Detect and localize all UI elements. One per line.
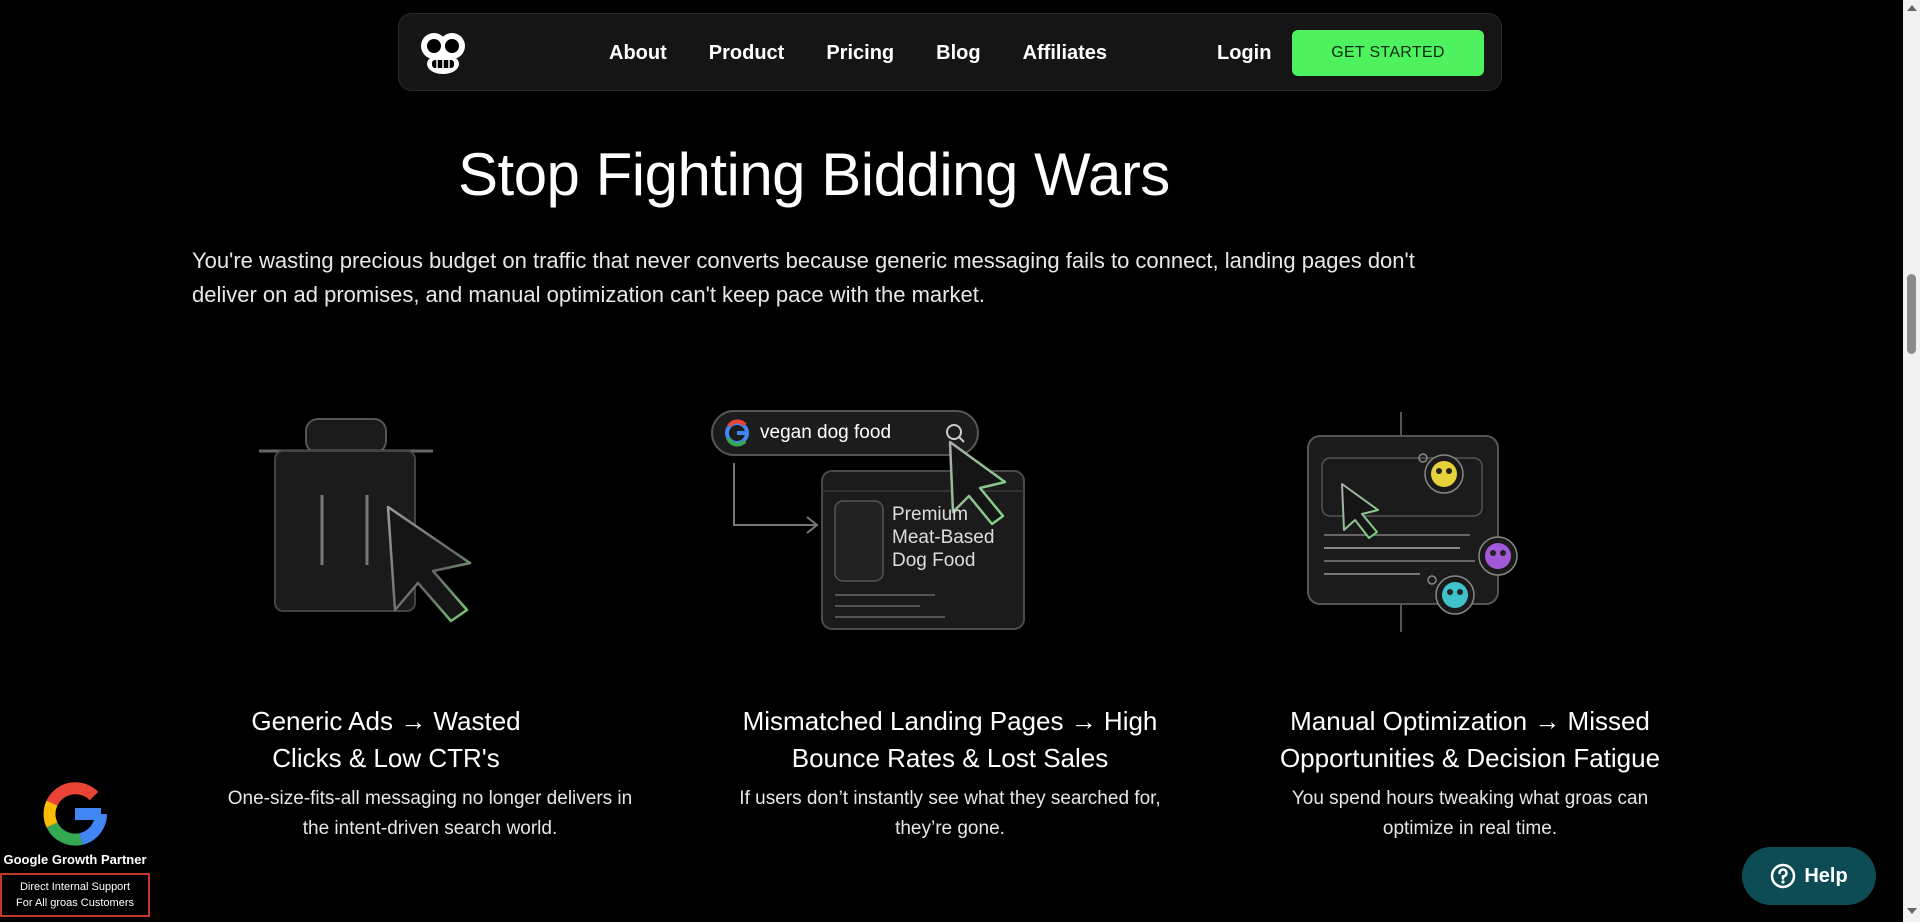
- card-title: Generic Ads → Wasted Clicks & Low CTR's: [190, 703, 670, 777]
- support-notice-line: Direct Internal Support: [19, 881, 131, 893]
- google-logo-icon: [43, 782, 107, 846]
- landing-headline-line-3: Dog Food: [892, 550, 976, 571]
- card-generic-ads: Generic Ads → Wasted Clicks & Low CTR's …: [190, 703, 670, 844]
- card-manual-optimization: Manual Optimization → Missed Opportuniti…: [1240, 703, 1700, 844]
- logo-mascot-icon[interactable]: [417, 28, 469, 76]
- optimization-dashboard-illustration: [1300, 410, 1530, 635]
- card-desc-line: optimize in real time.: [1382, 818, 1558, 839]
- card-title-line: Manual Optimization → Missed: [1290, 706, 1650, 736]
- card-desc-line: they’re gone.: [895, 818, 1005, 839]
- support-notice-box: Direct Internal Support For All groas Cu…: [0, 873, 150, 917]
- nav-links: About Product Pricing Blog Affiliates: [609, 14, 1107, 92]
- nav-link-affiliates[interactable]: Affiliates: [1023, 42, 1107, 65]
- trash-cursor-illustration: [255, 415, 485, 630]
- nav-link-pricing[interactable]: Pricing: [826, 42, 894, 65]
- nav-link-about[interactable]: About: [609, 42, 667, 65]
- card-title-line: Opportunities & Decision Fatigue: [1279, 743, 1661, 773]
- card-description: You spend hours tweaking what groas can …: [1240, 784, 1700, 844]
- google-partner-badge[interactable]: Google Growth Partner Direct Internal Su…: [0, 780, 150, 917]
- card-title: Manual Optimization → Missed Opportuniti…: [1240, 703, 1700, 777]
- scroll-down-arrow-icon[interactable]: [1907, 908, 1917, 914]
- help-button[interactable]: Help: [1742, 847, 1876, 905]
- card-title-line: Mismatched Landing Pages → High: [742, 706, 1158, 736]
- scrollbar-thumb[interactable]: [1907, 274, 1916, 354]
- card-title-line: Generic Ads → Wasted: [251, 706, 521, 736]
- card-description: One-size-fits-all messaging no longer de…: [190, 784, 670, 844]
- card-title-line: Bounce Rates & Lost Sales: [791, 743, 1109, 773]
- nav-link-blog[interactable]: Blog: [936, 42, 980, 65]
- card-desc-line: One-size-fits-all messaging no longer de…: [227, 788, 633, 809]
- card-desc-line: If users don’t instantly see what they s…: [739, 788, 1161, 809]
- support-notice-line: For All groas Customers: [16, 897, 134, 909]
- card-mismatched-landing: Mismatched Landing Pages → High Bounce R…: [700, 703, 1200, 844]
- card-description: If users don’t instantly see what they s…: [700, 784, 1200, 844]
- search-landing-illustration: vegan dog food Premium Meat-Based Dog Fo…: [710, 408, 1030, 633]
- top-navbar: About Product Pricing Blog Affiliates Lo…: [398, 13, 1502, 91]
- hero-subtitle: You're wasting precious budget on traffi…: [192, 248, 1415, 307]
- landing-headline-line-1: Premium: [892, 504, 969, 525]
- landing-headline-line-2: Meat-Based: [892, 527, 995, 548]
- page-scrollbar[interactable]: [1903, 0, 1920, 922]
- get-started-button[interactable]: GET STARTED: [1292, 30, 1484, 76]
- question-circle-icon: [1771, 863, 1796, 889]
- scroll-up-arrow-icon[interactable]: [1907, 5, 1917, 11]
- search-query-text: vegan dog food: [760, 422, 892, 443]
- login-link[interactable]: Login: [1217, 14, 1271, 92]
- card-title: Mismatched Landing Pages → High Bounce R…: [700, 703, 1200, 777]
- help-label: Help: [1804, 864, 1848, 887]
- card-desc-line: the intent-driven search world.: [302, 818, 558, 839]
- nav-link-product[interactable]: Product: [709, 42, 785, 65]
- google-partner-label: Google Growth Partner: [3, 852, 147, 867]
- card-desc-line: You spend hours tweaking what groas can: [1291, 788, 1649, 809]
- card-title-line: Clicks & Low CTR's: [272, 743, 500, 773]
- page-title: Stop Fighting Bidding Wars: [458, 141, 1170, 208]
